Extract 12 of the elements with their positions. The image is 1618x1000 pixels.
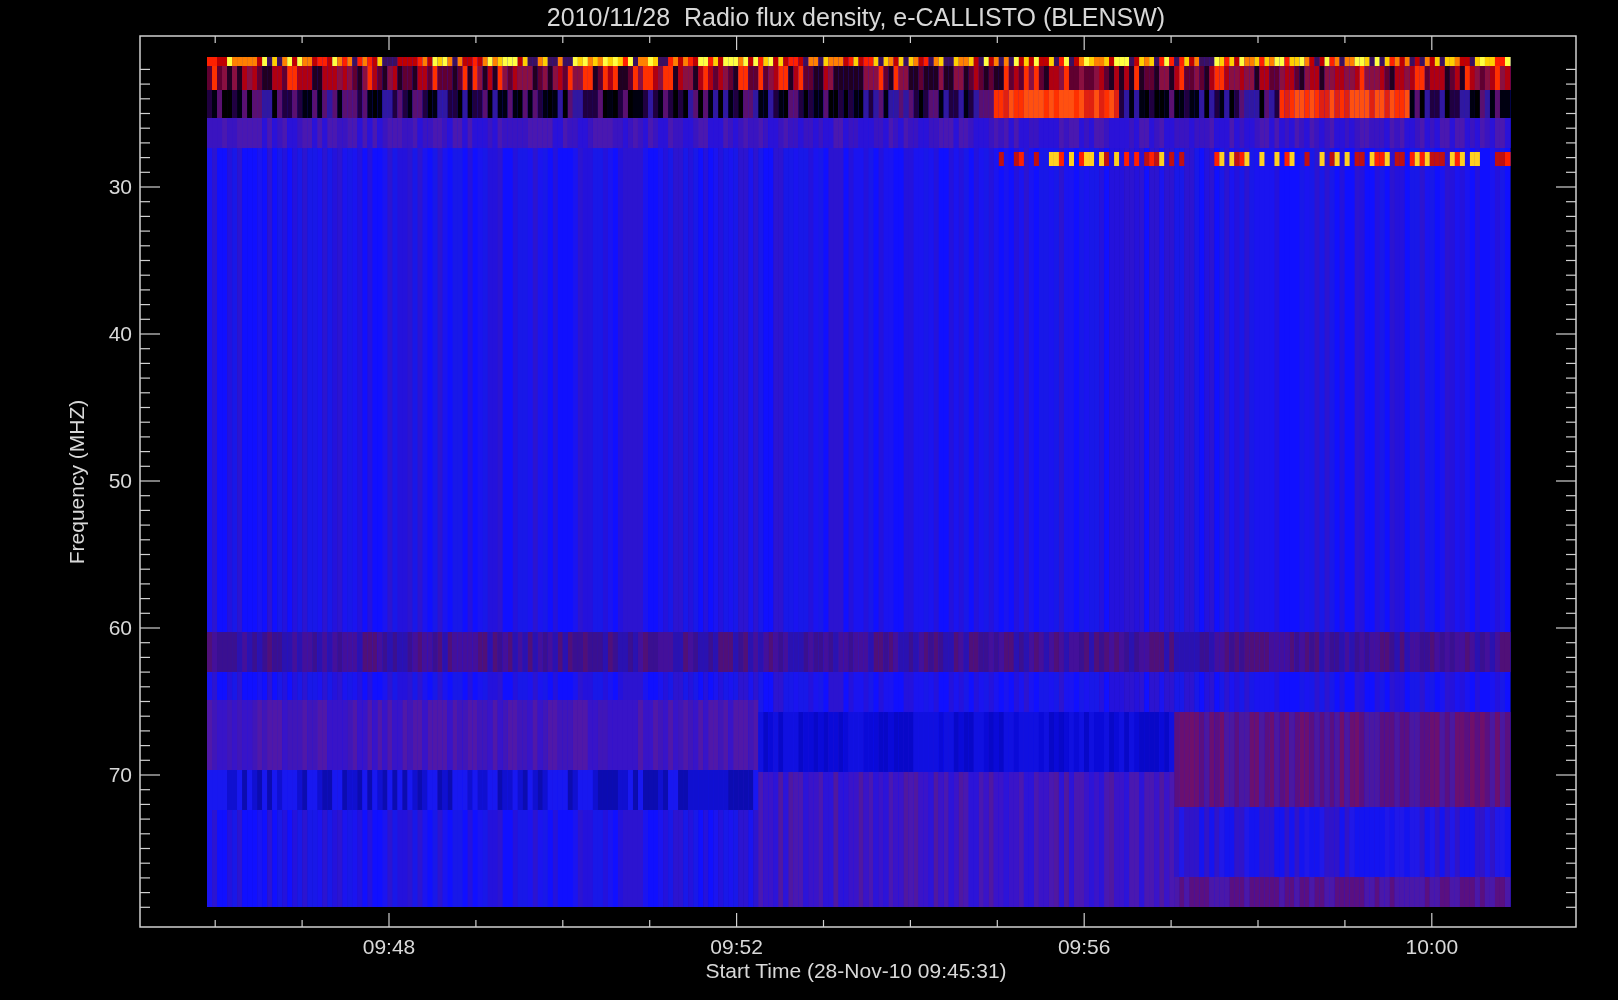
x-tick-label: 09:52 xyxy=(710,935,763,958)
x-axis-title: Start Time (28-Nov-10 09:45:31) xyxy=(705,959,1007,982)
y-tick-label: 30 xyxy=(108,175,132,198)
x-tick-label: 10:00 xyxy=(1405,935,1459,958)
y-tick-label: 50 xyxy=(108,469,132,492)
x-tick-label: 09:56 xyxy=(1057,935,1111,958)
x-tick-label: 09:48 xyxy=(362,935,416,958)
y-tick-label: 70 xyxy=(108,763,132,786)
chart-title: 2010/11/28 Radio flux density, e-CALLISTO (BLENSW) xyxy=(546,3,1166,31)
y-axis-title: Frequency (MHZ) xyxy=(65,399,88,565)
y-tick-label: 60 xyxy=(108,616,132,639)
y-tick-label: 40 xyxy=(108,322,132,345)
